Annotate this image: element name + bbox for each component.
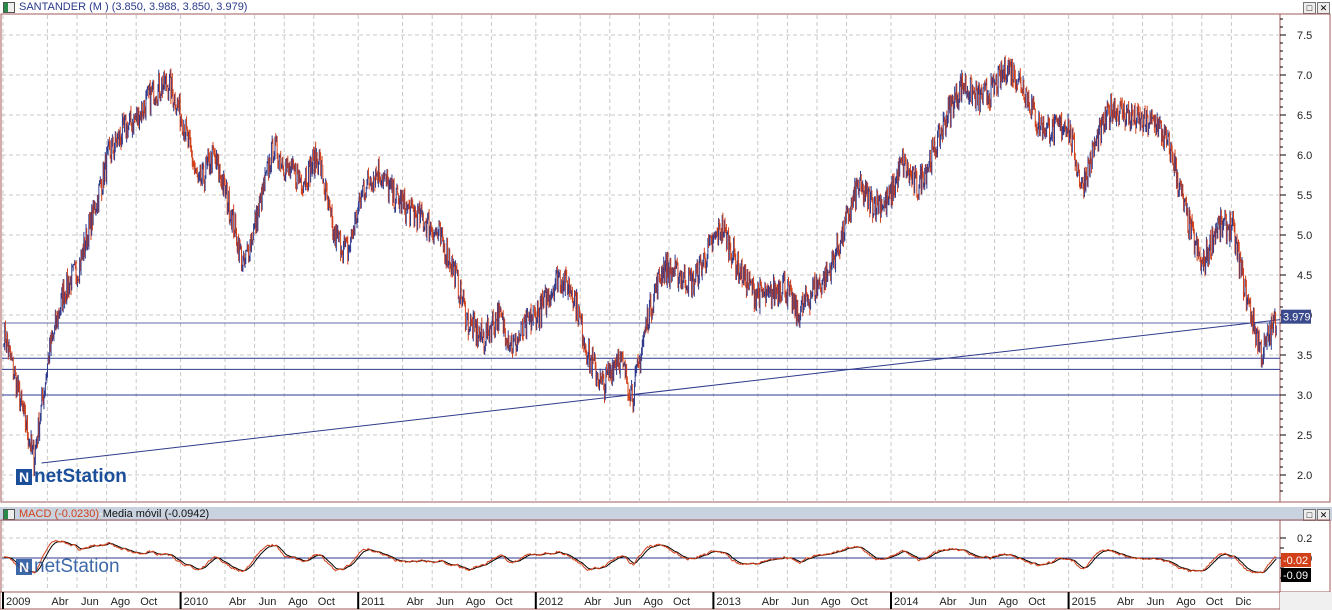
x-tick-label: Oct: [1206, 596, 1223, 608]
y-tick-label: 3.5: [1297, 350, 1312, 362]
x-tick-label: Oct: [851, 596, 868, 608]
x-tick-label: Abr: [939, 596, 956, 608]
y-tick-label: 3.0: [1297, 390, 1312, 402]
x-tick-label: Oct: [495, 596, 512, 608]
y-tick-label: 2.0: [1297, 470, 1312, 482]
logo-text: netStation: [34, 466, 127, 487]
last-price-badge: 3.979: [1283, 312, 1311, 324]
x-tick-label: Ago: [466, 596, 486, 608]
macd-tick-label: 0.2: [1297, 533, 1312, 545]
x-tick-label: Ago: [1176, 596, 1196, 608]
x-tick-label: 2015: [1072, 596, 1096, 608]
x-tick-label: 2012: [539, 596, 563, 608]
x-tick-label: Abr: [51, 596, 68, 608]
x-tick-label: Jun: [1147, 596, 1165, 608]
x-tick-label: 2014: [894, 596, 918, 608]
y-tick-label: 6.0: [1297, 150, 1312, 162]
x-tick-label: Oct: [673, 596, 690, 608]
x-tick-label: Jun: [259, 596, 277, 608]
x-tick-label: Abr: [584, 596, 601, 608]
x-tick-label: Ago: [643, 596, 663, 608]
y-tick-label: 2.5: [1297, 430, 1312, 442]
x-tick-label: 2009: [6, 596, 30, 608]
price-panel-border: [0, 13, 1281, 503]
x-tick-label: Jun: [791, 596, 809, 608]
x-tick-label: Oct: [318, 596, 335, 608]
x-tick-label: Jun: [614, 596, 632, 608]
x-tick-label: Abr: [229, 596, 246, 608]
x-tick-label: Oct: [140, 596, 157, 608]
y-tick-label: 5.5: [1297, 190, 1312, 202]
y-tick-label: 7.5: [1297, 30, 1312, 42]
x-tick-label: Dic: [1235, 596, 1251, 608]
signal-last-badge: -0.09: [1283, 570, 1308, 582]
macd-panel-border: [0, 519, 1281, 593]
y-tick-label: 4.5: [1297, 270, 1312, 282]
x-tick-label: Ago: [111, 596, 131, 608]
x-tick-label: Jun: [81, 596, 99, 608]
x-tick-label: 2013: [716, 596, 740, 608]
macd-last-badge: -0.02: [1283, 555, 1308, 567]
x-tick-label: 2010: [184, 596, 208, 608]
x-tick-label: Oct: [1028, 596, 1045, 608]
netstation-logo-macd: N netStation: [16, 556, 120, 578]
price-chart[interactable]: 2009 Abr Jun Ago Oct 2010 Abr Jun Ago Oct 2011 Abr J…: [0, 0, 1332, 610]
macd-line: [3, 539, 1277, 574]
x-tick-label: Ago: [288, 596, 308, 608]
x-tick-label: 2011: [361, 596, 385, 608]
y-tick-label: 5.0: [1297, 230, 1312, 242]
price-axis-border: [1279, 13, 1331, 503]
x-tick-label: Abr: [407, 596, 424, 608]
x-tick-label: Abr: [762, 596, 779, 608]
x-tick-label: Jun: [436, 596, 454, 608]
y-tick-label: 7.0: [1297, 70, 1312, 82]
corner: [1280, 592, 1332, 610]
y-tick-label: 6.5: [1297, 110, 1312, 122]
x-tick-label: Jun: [969, 596, 987, 608]
x-tick-label: Abr: [1117, 596, 1134, 608]
trendline: [41, 319, 1281, 464]
logo-text: netStation: [34, 556, 120, 577]
x-tick-label: Ago: [821, 596, 841, 608]
x-tick-label: Ago: [999, 596, 1019, 608]
netstation-logo: N netStation: [16, 466, 127, 488]
